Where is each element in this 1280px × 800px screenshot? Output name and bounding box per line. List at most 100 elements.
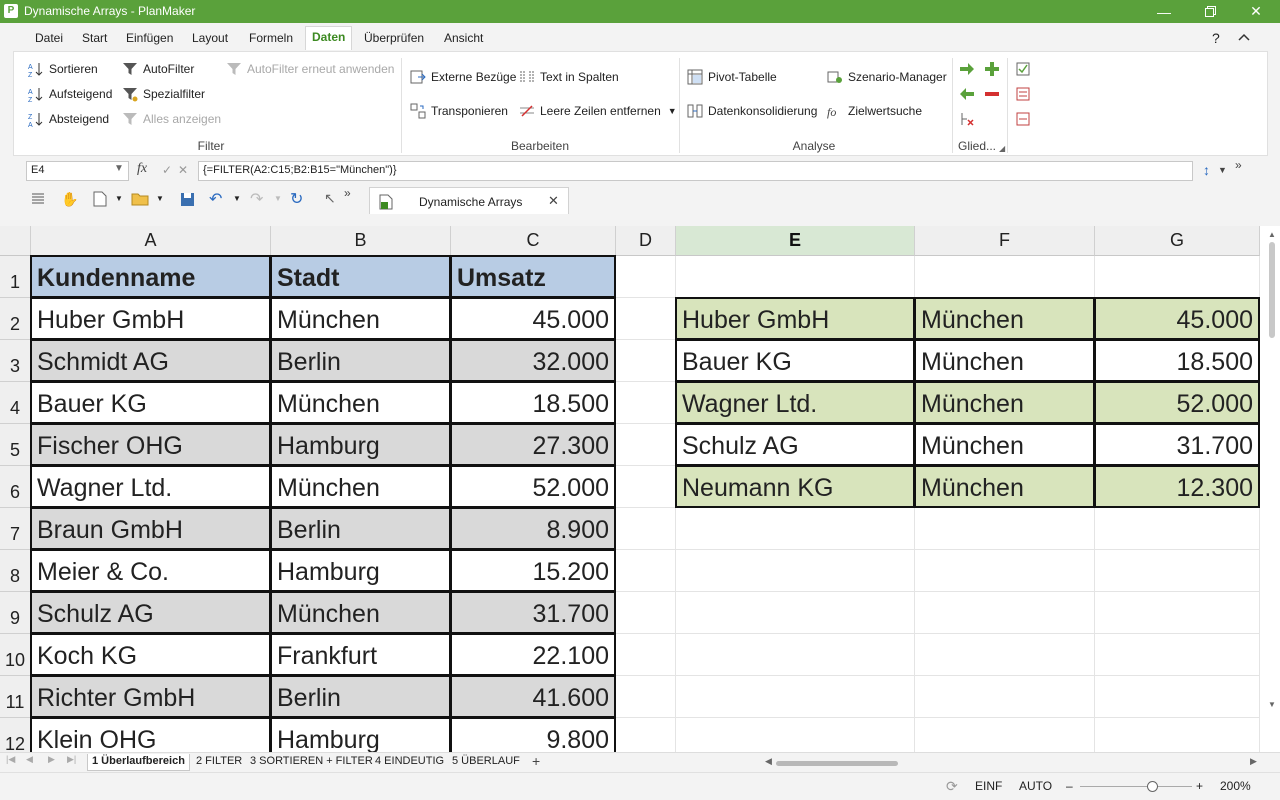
row-header-1[interactable]: 1 <box>0 256 31 298</box>
last-sheet-icon[interactable]: ▶| <box>67 754 76 765</box>
open-dropdown-icon[interactable]: ▼ <box>156 194 164 203</box>
table-cell[interactable]: Koch KG <box>30 633 271 676</box>
table-cell[interactable]: 18.500 <box>450 381 616 424</box>
row-header-2[interactable]: 2 <box>0 298 31 340</box>
dialog-launcher-icon[interactable]: ◢ <box>999 144 1005 153</box>
menu-start[interactable]: Start <box>82 28 107 50</box>
zoom-slider-track[interactable] <box>1080 786 1192 787</box>
minimize-icon[interactable]: — <box>1141 0 1187 23</box>
help-icon[interactable]: ? <box>1212 27 1220 49</box>
table-cell[interactable]: Hamburg <box>270 423 451 466</box>
spill-result-cell[interactable]: 45.000 <box>1094 297 1260 340</box>
more-icon[interactable]: » <box>1235 158 1242 172</box>
spill-result-cell[interactable]: München <box>914 381 1095 424</box>
spill-result-cell[interactable]: Neumann KG <box>675 465 915 508</box>
spill-result-cell[interactable]: München <box>914 297 1095 340</box>
remove-empty-rows-button[interactable]: Leere Zeilen entfernen ▼ <box>519 103 677 119</box>
reapply-autofilter-button[interactable]: AutoFilter erneut anwenden <box>226 61 394 77</box>
collapse-ribbon-icon[interactable] <box>1238 28 1250 50</box>
undo-icon[interactable]: ↶ <box>209 189 222 209</box>
spreadsheet-grid[interactable]: A B C D E F G 1 2 3 4 5 6 7 8 9 10 11 12 Kundenname Stadt Ums… <box>0 226 1280 752</box>
spill-result-cell[interactable]: 18.500 <box>1094 339 1260 382</box>
table-cell[interactable]: Schmidt AG <box>30 339 271 382</box>
row-header-3[interactable]: 3 <box>0 340 31 382</box>
spill-result-cell[interactable]: Bauer KG <box>675 339 915 382</box>
close-icon[interactable]: ✕ <box>1233 0 1279 23</box>
row-header-7[interactable]: 7 <box>0 508 31 550</box>
refresh-icon[interactable]: ↻ <box>290 189 303 209</box>
table-cell[interactable]: Frankfurt <box>270 633 451 676</box>
menu-lines-icon[interactable] <box>31 192 45 209</box>
undo-dropdown-icon[interactable]: ▼ <box>233 194 241 203</box>
group-minus-icon[interactable] <box>984 86 1000 102</box>
table-cell[interactable]: Schulz AG <box>30 591 271 634</box>
insert-mode[interactable]: EINF <box>975 779 1002 793</box>
sort-descending-button[interactable]: ZA Absteigend <box>28 111 109 129</box>
table-cell[interactable]: Bauer KG <box>30 381 271 424</box>
open-folder-icon[interactable] <box>131 192 149 209</box>
formula-dropdown-icon[interactable]: ▼ <box>1218 165 1227 175</box>
row-header-11[interactable]: 11 <box>0 676 31 718</box>
menu-ueberpruefen[interactable]: Überprüfen <box>364 28 424 50</box>
row-header-6[interactable]: 6 <box>0 466 31 508</box>
group-plus-icon[interactable] <box>984 61 1000 77</box>
menu-formeln[interactable]: Formeln <box>249 28 293 50</box>
formula-input[interactable]: {=FILTER(A2:C15;B2:B15="München")} <box>198 161 1193 181</box>
expand-formula-icon[interactable]: ↕ <box>1203 162 1210 178</box>
text-to-columns-button[interactable]: Text in Spalten <box>519 69 619 85</box>
zoom-in-icon[interactable]: + <box>1196 779 1203 793</box>
sort-ascending-button[interactable]: AZ Aufsteigend <box>28 86 112 104</box>
scroll-left-icon[interactable]: ◀ <box>765 756 772 767</box>
group-arrow-right-icon[interactable] <box>959 61 975 77</box>
table-cell[interactable]: 8.900 <box>450 507 616 550</box>
table-cell[interactable]: München <box>270 591 451 634</box>
redo-dropdown-icon[interactable]: ▼ <box>274 194 282 203</box>
namebox-dropdown-icon[interactable]: ▼ <box>114 163 124 174</box>
prev-sheet-icon[interactable]: ◀ <box>26 754 33 765</box>
sheet-tab-4[interactable]: 4 EINDEUTIG <box>371 754 448 771</box>
row-header-12[interactable]: 12 <box>0 718 31 752</box>
first-sheet-icon[interactable]: |◀ <box>6 754 15 765</box>
column-header-d[interactable]: D <box>616 226 676 256</box>
hand-icon[interactable]: ✋ <box>61 191 78 208</box>
data-consolidation-button[interactable]: Datenkonsolidierung <box>687 103 817 119</box>
table-header-cell[interactable]: Umsatz <box>450 255 616 298</box>
column-header-c[interactable]: C <box>451 226 616 256</box>
spill-result-cell[interactable]: 52.000 <box>1094 381 1260 424</box>
function-icon[interactable]: fx <box>137 161 147 177</box>
zoom-out-icon[interactable]: – <box>1066 779 1073 793</box>
spill-result-cell[interactable]: Huber GmbH <box>675 297 915 340</box>
column-header-a[interactable]: A <box>31 226 271 256</box>
table-cell[interactable]: 9.800 <box>450 717 616 752</box>
table-cell[interactable]: Fischer OHG <box>30 423 271 466</box>
row-header-9[interactable]: 9 <box>0 592 31 634</box>
goal-seek-button[interactable]: fo Zielwertsuche <box>827 103 922 119</box>
table-cell[interactable]: 41.600 <box>450 675 616 718</box>
spill-result-cell[interactable]: München <box>914 423 1095 466</box>
redo-icon[interactable]: ↷ <box>250 189 263 209</box>
scroll-down-icon[interactable]: ▼ <box>1268 700 1276 709</box>
sheet-tab-5[interactable]: 5 ÜBERLAUF <box>448 754 524 771</box>
cancel-x-icon[interactable]: ✕ <box>178 163 188 177</box>
table-cell[interactable]: Hamburg <box>270 717 451 752</box>
add-sheet-icon[interactable]: + <box>532 753 540 769</box>
table-cell[interactable]: München <box>270 465 451 508</box>
sort-button[interactable]: AZ Sortieren <box>28 61 98 79</box>
table-cell[interactable]: 22.100 <box>450 633 616 676</box>
table-cell[interactable]: Berlin <box>270 507 451 550</box>
column-header-g[interactable]: G <box>1095 226 1260 256</box>
table-cell[interactable]: 31.700 <box>450 591 616 634</box>
table-cell[interactable]: Berlin <box>270 339 451 382</box>
pointer-icon[interactable]: ↖ <box>324 190 336 207</box>
close-tab-icon[interactable]: ✕ <box>548 193 559 209</box>
spill-result-cell[interactable]: 12.300 <box>1094 465 1260 508</box>
document-tab[interactable]: Dynamische Arrays ✕ <box>369 187 569 214</box>
table-cell[interactable]: 52.000 <box>450 465 616 508</box>
spill-result-cell[interactable]: Schulz AG <box>675 423 915 466</box>
table-header-cell[interactable]: Stadt <box>270 255 451 298</box>
select-all-corner[interactable] <box>0 226 31 256</box>
menu-ansicht[interactable]: Ansicht <box>444 28 483 50</box>
next-sheet-icon[interactable]: ▶ <box>48 754 55 765</box>
table-cell[interactable]: 15.200 <box>450 549 616 592</box>
new-document-icon[interactable] <box>93 191 107 210</box>
